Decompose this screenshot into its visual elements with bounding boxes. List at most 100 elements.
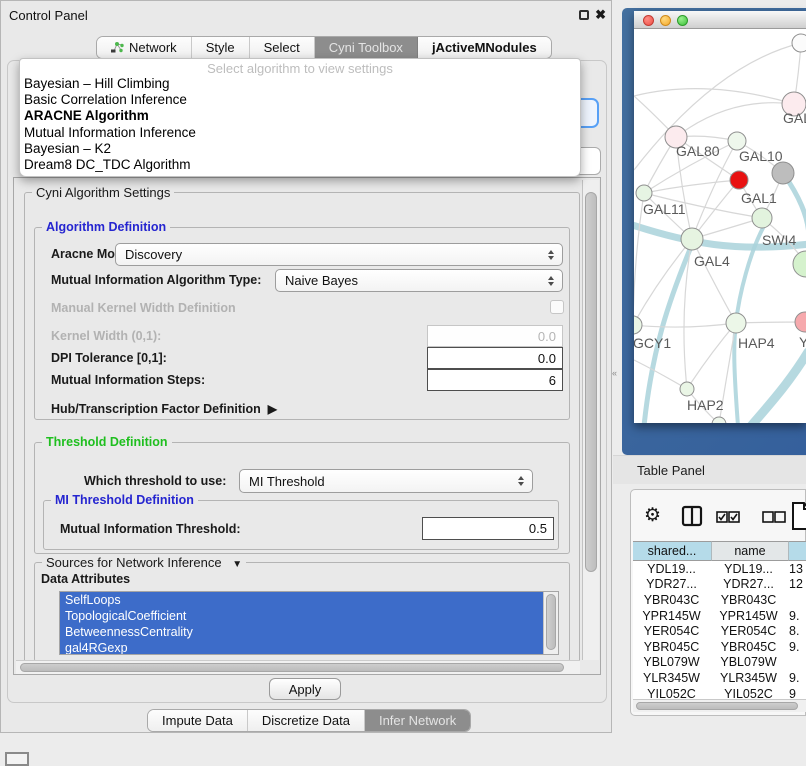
network-canvas[interactable]: GALGAL80GAL10GAL11GAL1SWI4GAL4GCY1HAP4YH… xyxy=(634,29,806,423)
algorithm-option-bayesian-k2[interactable]: Bayesian – K2 xyxy=(20,141,580,157)
tab-label: Style xyxy=(206,40,235,55)
column-header-partial[interactable] xyxy=(789,541,806,561)
network-node-gal11[interactable] xyxy=(636,185,652,201)
attribute-item-selfloops[interactable]: SelfLoops xyxy=(60,592,558,608)
network-node[interactable] xyxy=(712,417,726,423)
close-traffic-light-icon[interactable] xyxy=(643,15,654,26)
tab-cyni-toolbox[interactable]: Cyni Toolbox xyxy=(315,37,418,58)
tab-discretize-data[interactable]: Discretize Data xyxy=(248,710,365,731)
network-node-gal4[interactable] xyxy=(681,228,703,250)
kernel-width-value: 0.0 xyxy=(538,329,556,344)
table-row[interactable]: YER054CYER054C8. xyxy=(633,623,806,639)
algorithm-option-bayesian-hill-climbing[interactable]: Bayesian – Hill Climbing xyxy=(20,76,580,92)
tab-impute-data[interactable]: Impute Data xyxy=(148,710,248,731)
panel-splitter-handle[interactable]: « xyxy=(612,368,618,378)
table-horizontal-scrollbar[interactable] xyxy=(633,699,806,712)
attribute-item-topologicalcoefficient[interactable]: TopologicalCoefficient xyxy=(60,608,558,624)
settings-horizontal-scrollbar[interactable] xyxy=(16,660,580,674)
table-row[interactable]: YBR045CYBR045C9. xyxy=(633,639,806,655)
tab-jactivemnodules[interactable]: jActiveMNodules xyxy=(418,37,551,58)
table-cell: YBR045C xyxy=(633,640,710,654)
table-cell: YDL19... xyxy=(633,562,710,576)
table-row[interactable]: YPR145WYPR145W9. xyxy=(633,608,806,624)
settings-vertical-scrollbar[interactable] xyxy=(582,180,599,660)
aracne-mode-combobox[interactable]: Discovery xyxy=(115,243,563,266)
algorithm-definition-title: Algorithm Definition xyxy=(42,220,170,234)
table-cell: YBR045C xyxy=(710,640,787,654)
network-node-gcy1[interactable] xyxy=(634,316,642,334)
network-node-hap4[interactable] xyxy=(726,313,746,333)
network-node[interactable] xyxy=(792,34,806,52)
table-cell: YBR043C xyxy=(710,593,787,607)
settings-gear-icon[interactable]: ⚙ xyxy=(644,506,661,525)
data-attributes-label: Data Attributes xyxy=(41,571,130,587)
network-node-label: HAP2 xyxy=(687,397,724,413)
network-window-titlebar[interactable] xyxy=(634,11,806,29)
algorithm-option-dream8-dc-tdc-algorithm[interactable]: Dream8 DC_TDC Algorithm xyxy=(20,157,580,173)
tab-network[interactable]: Network xyxy=(97,37,192,58)
algorithm-dropdown-list: Bayesian – Hill ClimbingBasic Correlatio… xyxy=(20,76,580,173)
attribute-item-gal4rgexp[interactable]: gal4RGexp xyxy=(60,640,558,655)
deselect-all-columns-icon[interactable] xyxy=(762,511,786,523)
tab-label: Select xyxy=(264,40,300,55)
table-cell: YBR043C xyxy=(633,593,710,607)
tab-style[interactable]: Style xyxy=(192,37,250,58)
float-window-icon[interactable] xyxy=(579,10,589,20)
which-threshold-label: Which threshold to use: xyxy=(84,469,226,493)
tab-select[interactable]: Select xyxy=(250,37,315,58)
sources-title-toggle[interactable]: Sources for Network Inference ▼ xyxy=(42,555,246,570)
dpi-tolerance-value: 0.0 xyxy=(538,351,556,366)
table-row[interactable]: YBR043CYBR043C xyxy=(633,592,806,608)
close-icon[interactable]: ✖ xyxy=(595,7,606,23)
column-header-shared-name[interactable]: shared... xyxy=(633,541,712,561)
network-edge xyxy=(687,323,736,389)
network-node-label: GAL10 xyxy=(739,148,783,164)
settings-scrollpane: Cyni Algorithm Settings Algorithm Defini… xyxy=(13,177,601,675)
threshold-definition-group: Threshold Definition Which threshold to … xyxy=(34,442,570,554)
table-row[interactable]: YIL052CYIL052C9 xyxy=(633,686,806,699)
apply-button[interactable]: Apply xyxy=(269,678,341,700)
which-threshold-combobox[interactable]: MI Threshold xyxy=(239,469,533,493)
tab-label: Impute Data xyxy=(162,713,233,728)
network-node-hap2[interactable] xyxy=(680,382,694,396)
table-cell: 13 xyxy=(787,562,806,576)
algorithm-option-aracne-algorithm[interactable]: ARACNE Algorithm xyxy=(20,108,580,124)
table-row[interactable]: YLR345WYLR345W9. xyxy=(633,670,806,686)
network-node[interactable] xyxy=(772,162,794,184)
which-threshold-value: MI Threshold xyxy=(249,474,325,489)
mi-steps-label: Mutual Information Steps: xyxy=(51,369,205,391)
manual-kernel-checkbox[interactable] xyxy=(550,300,564,314)
algorithm-option-mutual-information-inference[interactable]: Mutual Information Inference xyxy=(20,125,580,141)
mi-steps-field[interactable]: 6 xyxy=(427,369,563,391)
kernel-width-field[interactable]: 0.0 xyxy=(427,325,563,347)
algorithm-option-basic-correlation-inference[interactable]: Basic Correlation Inference xyxy=(20,92,580,108)
network-node-swi4[interactable] xyxy=(793,251,806,277)
minimize-traffic-light-icon[interactable] xyxy=(660,15,671,26)
network-edge xyxy=(634,239,692,325)
bottom-left-partial-widget[interactable] xyxy=(5,752,29,766)
network-node-gal1[interactable] xyxy=(752,208,772,228)
tab-label: Infer Network xyxy=(379,713,456,728)
attribute-list-scrollbar[interactable] xyxy=(543,592,558,654)
mi-type-combobox[interactable]: Naive Bayes xyxy=(275,269,563,292)
table-cell: YPR145W xyxy=(710,609,787,623)
dpi-tolerance-field[interactable]: 0.0 xyxy=(427,347,563,369)
table-row[interactable]: YDR27...YDR27...12 xyxy=(633,577,806,593)
select-all-columns-icon[interactable] xyxy=(716,511,740,523)
network-node-y[interactable] xyxy=(795,312,806,332)
table-row[interactable]: YBL079WYBL079W xyxy=(633,655,806,671)
column-view-icon[interactable] xyxy=(681,505,703,527)
hub-definition-toggle[interactable]: Hub/Transcription Factor Definition ▶ xyxy=(51,400,277,418)
data-attributes-list[interactable]: SelfLoopsTopologicalCoefficientBetweenne… xyxy=(59,591,559,655)
mi-threshold-field[interactable]: 0.5 xyxy=(422,517,554,540)
table-row[interactable]: YDL19...YDL19...13 xyxy=(633,561,806,577)
network-edge xyxy=(634,89,794,104)
table-cell: YLR345W xyxy=(633,671,710,685)
column-header-name[interactable]: name xyxy=(712,541,789,561)
zoom-traffic-light-icon[interactable] xyxy=(677,15,688,26)
attribute-item-betweennesscentrality[interactable]: BetweennessCentrality xyxy=(60,624,558,640)
new-table-icon[interactable] xyxy=(791,501,806,531)
mi-threshold-value: 0.5 xyxy=(529,521,547,536)
tab-infer-network[interactable]: Infer Network xyxy=(365,710,470,731)
network-node[interactable] xyxy=(730,171,748,189)
